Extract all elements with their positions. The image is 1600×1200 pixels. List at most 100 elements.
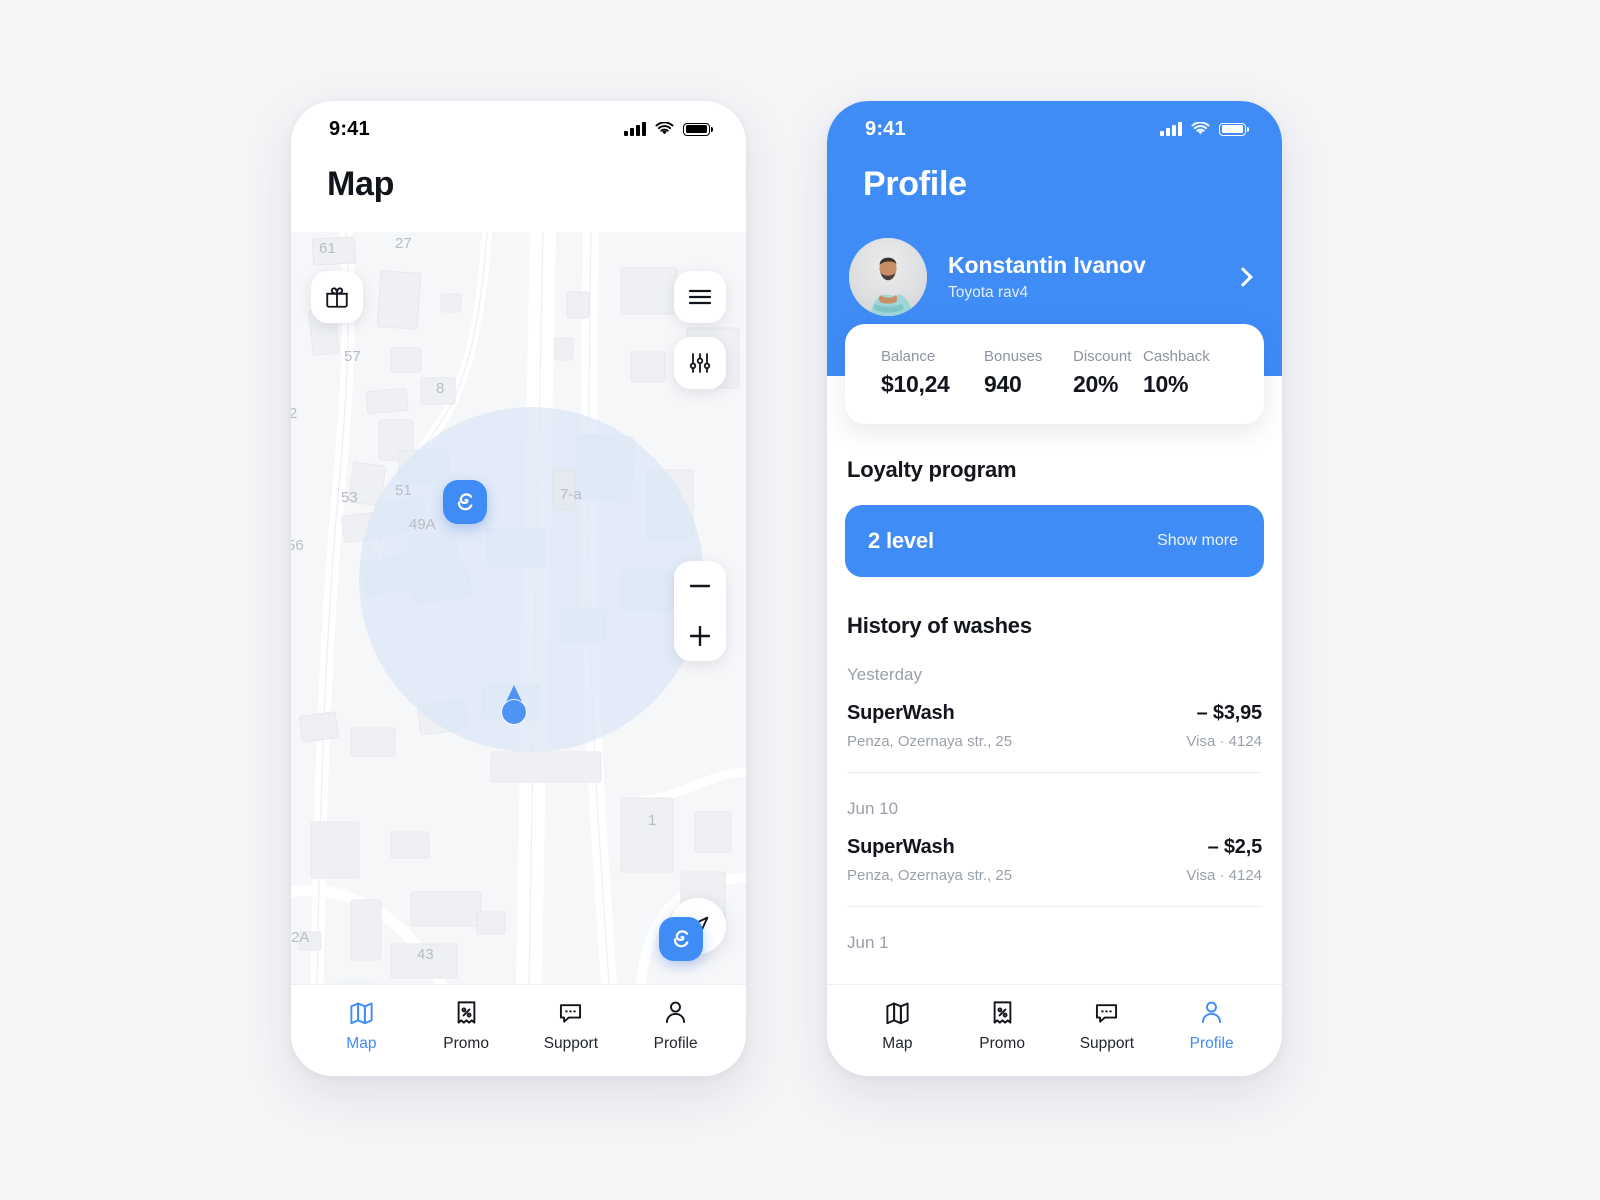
tab-map[interactable]: Map <box>309 999 414 1053</box>
tab-profile[interactable]: Profile <box>1159 999 1264 1053</box>
map-icon <box>884 999 911 1026</box>
tab-promo[interactable]: Promo <box>414 999 519 1053</box>
page-title: Map <box>327 165 395 203</box>
tab-label: Map <box>882 1034 913 1052</box>
history-date-label: Yesterday <box>847 665 922 684</box>
gift-icon <box>326 287 348 308</box>
map-marker-wash[interactable] <box>659 917 703 961</box>
map-status-bar: 9:41 <box>291 101 746 157</box>
cellular-bars-icon <box>1160 122 1182 136</box>
wifi-icon <box>655 122 674 135</box>
profile-user-row[interactable]: Konstantin Ivanov Toyota rav4 <box>827 238 1282 316</box>
tab-label: Support <box>1079 1034 1135 1052</box>
history-amount: – $2,5 <box>1207 836 1263 858</box>
history-section-title: History of washes <box>847 613 1032 638</box>
history-row[interactable]: SuperWash Penza, Ozernaya str., 25 – $3,95… <box>845 702 1264 750</box>
profile-user-info: Konstantin Ivanov Toyota rav4 <box>948 252 1236 302</box>
stat-value: 940 <box>984 371 1022 397</box>
battery-full-icon <box>1219 122 1249 136</box>
list-lines-icon <box>688 289 712 305</box>
show-more-link[interactable]: Show more <box>1157 532 1238 550</box>
history-separator <box>847 772 1262 773</box>
cellular-bars-icon <box>624 122 646 136</box>
stat-label: Cashback <box>1143 348 1210 365</box>
tab-label: Promo <box>443 1034 489 1052</box>
screenshot-stage: 9:41 Map 61 27 57 8 2 53 51 7-a 49A 56 1… <box>0 0 1600 1200</box>
tab-label: Map <box>346 1034 377 1052</box>
loyalty-card[interactable]: 2 level Show more <box>845 505 1264 577</box>
tab-profile[interactable]: Profile <box>623 999 728 1053</box>
sliders-icon <box>689 353 711 373</box>
stat-item: Discount 20% <box>1073 348 1143 398</box>
filter-button[interactable] <box>674 337 726 389</box>
map-icon <box>348 999 375 1026</box>
wash-swirl-icon <box>673 930 689 948</box>
profile-icon <box>662 999 689 1026</box>
stat-value: 20% <box>1073 371 1119 397</box>
profile-status-bar: 9:41 <box>827 101 1282 157</box>
profile-body: Loyalty program 2 level Show more Histor… <box>827 457 1282 953</box>
support-icon <box>1093 999 1120 1026</box>
map-building-number: 56 <box>291 537 304 554</box>
history-row-right: – $2,5 Visa · 4124 <box>1186 836 1262 884</box>
user-name: Konstantin Ivanov <box>948 252 1146 278</box>
avatar <box>849 238 927 316</box>
history-list: Yesterday SuperWash Penza, Ozernaya str., … <box>845 665 1264 953</box>
map-building-number: 49A <box>409 516 436 533</box>
zoom-out-button[interactable] <box>674 561 726 611</box>
history-address: Penza, Ozernaya str., 25 <box>847 733 1013 750</box>
chevron-right-icon <box>1233 267 1253 287</box>
stat-label: Bonuses <box>984 348 1043 365</box>
stats-card: Balance $10,24 Bonuses 940 Discount 20% Cashba… <box>845 324 1264 424</box>
map-tab-bar: Map Promo Support Profile <box>291 984 746 1076</box>
tab-support[interactable]: Support <box>1055 999 1160 1053</box>
map-marker-wash[interactable] <box>443 480 487 524</box>
zoom-in-button[interactable] <box>674 611 726 661</box>
map-building-number: 27 <box>395 235 412 252</box>
tab-label: Promo <box>979 1034 1025 1052</box>
user-car: Toyota rav4 <box>948 284 1029 301</box>
history-separator <box>847 906 1262 907</box>
user-location-dot <box>501 685 527 725</box>
history-merchant: SuperWash <box>847 836 955 858</box>
map-building-number: 53 <box>341 489 358 506</box>
stat-label: Balance <box>881 348 936 365</box>
map-building-number: 2 <box>291 405 298 422</box>
status-bar-indicators <box>624 122 713 136</box>
stat-item: Cashback 10% <box>1143 348 1210 398</box>
promo-icon <box>453 999 480 1026</box>
stat-item: Bonuses 940 <box>984 348 1073 398</box>
gift-button[interactable] <box>311 271 363 323</box>
plus-icon <box>690 626 710 646</box>
history-payment-card: Visa · 4124 <box>1186 867 1262 884</box>
list-button[interactable] <box>674 271 726 323</box>
stat-item: Balance $10,24 <box>881 348 984 398</box>
tab-label: Profile <box>653 1034 698 1052</box>
history-amount: – $3,95 <box>1196 702 1263 724</box>
history-row[interactable]: SuperWash Penza, Ozernaya str., 25 – $2,5 V… <box>845 836 1264 884</box>
user-avatar-photo <box>849 238 927 316</box>
history-row-right: – $3,95 Visa · 4124 <box>1186 702 1262 750</box>
map-building-number: 1 <box>648 812 657 829</box>
tab-map[interactable]: Map <box>845 999 950 1053</box>
status-bar-time: 9:41 <box>329 117 370 140</box>
map-building-number: 51 <box>395 482 412 499</box>
zoom-controls <box>674 561 726 661</box>
status-bar-indicators <box>1160 122 1249 136</box>
tab-promo[interactable]: Promo <box>950 999 1055 1053</box>
location-radius-overlay <box>359 407 704 752</box>
profile-phone-frame: 9:41 Profile Konstantin Ivanov Toyota ra… <box>827 101 1282 1076</box>
history-row-left: SuperWash Penza, Ozernaya str., 25 <box>847 836 1012 884</box>
page-title: Profile <box>863 165 967 203</box>
status-bar-time: 9:41 <box>865 117 906 140</box>
tab-support[interactable]: Support <box>519 999 624 1053</box>
loyalty-section-title: Loyalty program <box>847 457 1017 482</box>
tab-label: Profile <box>1189 1034 1234 1052</box>
map-phone-frame: 9:41 Map 61 27 57 8 2 53 51 7-a 49A 56 1… <box>291 101 746 1076</box>
tab-label: Support <box>543 1034 599 1052</box>
battery-full-icon <box>683 122 713 136</box>
stat-value: $10,24 <box>881 371 950 397</box>
promo-icon <box>989 999 1016 1026</box>
map-canvas[interactable]: 6127578253517-a49A495612A43 <box>291 232 746 984</box>
history-payment-card: Visa · 4124 <box>1186 733 1262 750</box>
